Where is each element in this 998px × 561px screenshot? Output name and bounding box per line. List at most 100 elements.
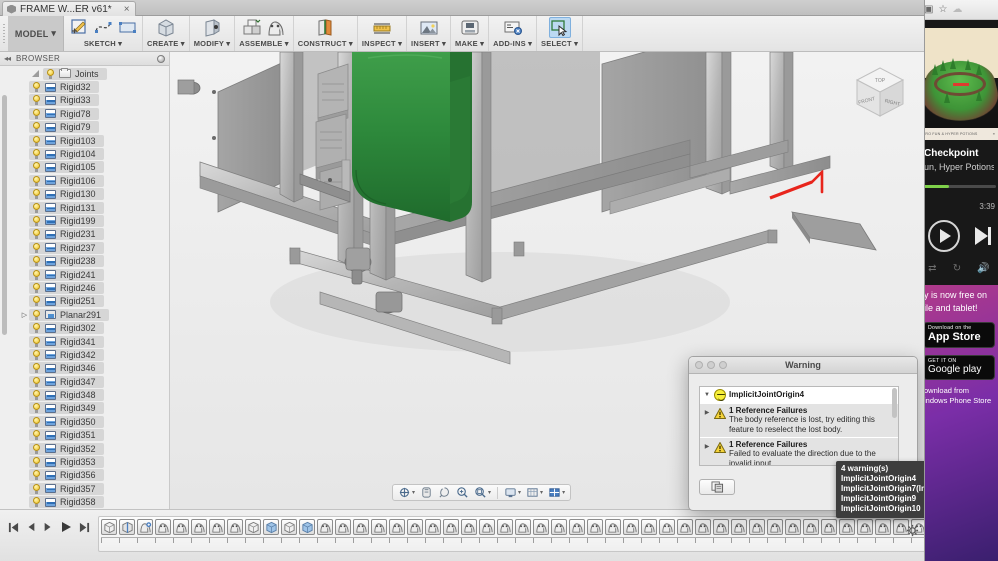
volume-icon[interactable]: 🔊 — [977, 263, 989, 274]
tree-row[interactable]: Rigid347 — [0, 375, 170, 388]
timeline-feature-node[interactable] — [605, 519, 621, 535]
visibility-bulb-icon[interactable] — [32, 497, 41, 508]
zoom-button[interactable] — [436, 486, 453, 499]
joint-node[interactable]: Rigid246 — [29, 281, 104, 294]
timeline-feature-node[interactable] — [677, 519, 693, 535]
bookmark-star-icon[interactable]: ☆ — [938, 4, 947, 15]
app-store-badge[interactable]: Download on the App Store — [923, 322, 995, 348]
joint-node[interactable]: Rigid341 — [29, 335, 104, 348]
visibility-bulb-icon[interactable] — [32, 483, 41, 494]
tree-row[interactable]: Rigid342 — [0, 348, 170, 361]
construct-offset-plane-icon[interactable] — [314, 17, 336, 38]
warning-entry[interactable]: ▶ 1 Reference Failures The body referenc… — [700, 403, 898, 437]
expand-triangle-icon[interactable]: ▶ — [703, 440, 711, 450]
fit-button[interactable]: ▾ — [472, 486, 493, 499]
joint-node[interactable]: Rigid352 — [29, 442, 104, 455]
timeline-feature-node[interactable] — [731, 519, 747, 535]
ribbon-grip[interactable] — [0, 16, 8, 51]
visibility-bulb-icon[interactable] — [32, 95, 41, 106]
go-to-end-button[interactable] — [79, 522, 90, 536]
visibility-bulb-icon[interactable] — [46, 68, 55, 79]
expand-triangle-icon[interactable]: ▶ — [703, 406, 711, 416]
browser-options-icon[interactable] — [157, 54, 165, 63]
timeline-feature-node[interactable] — [551, 519, 567, 535]
ribbon-panel-label-inspect[interactable]: INSPECT ▾ — [362, 39, 402, 48]
create-sketch-icon[interactable] — [68, 17, 90, 38]
extension-icon[interactable]: ▣ — [924, 4, 933, 15]
joint-node[interactable]: Rigid351 — [29, 429, 104, 442]
timeline-feature-node[interactable] — [227, 519, 243, 535]
tree-row[interactable]: Rigid130 — [0, 188, 170, 201]
ribbon-panel-label-insert[interactable]: INSERT ▾ — [411, 39, 446, 48]
timeline-feature-node[interactable] — [209, 519, 225, 535]
progress-track[interactable] — [922, 185, 996, 188]
joint-node[interactable]: Rigid357 — [29, 482, 104, 495]
visibility-bulb-icon[interactable] — [32, 108, 41, 119]
go-to-beginning-button[interactable] — [8, 522, 19, 536]
joint-node[interactable]: Rigid106 — [29, 174, 104, 187]
visibility-bulb-icon[interactable] — [32, 403, 41, 414]
visibility-bulb-icon[interactable] — [32, 470, 41, 481]
ribbon-panel-label-modify[interactable]: MODIFY ▾ — [194, 39, 230, 48]
chevron-down-icon[interactable]: ▾ — [412, 489, 415, 496]
timeline-feature-node[interactable] — [479, 519, 495, 535]
modify-press-pull-icon[interactable] — [201, 17, 223, 38]
joint-node[interactable]: Rigid105 — [29, 161, 104, 174]
visibility-bulb-icon[interactable] — [32, 416, 41, 427]
timeline-feature-node[interactable] — [803, 519, 819, 535]
visibility-bulb-icon[interactable] — [32, 390, 41, 401]
joint-node[interactable]: Rigid356 — [29, 469, 104, 482]
joint-node[interactable]: Rigid131 — [29, 201, 104, 214]
repeat-icon[interactable]: ↻ — [953, 263, 961, 274]
joint-node[interactable]: Rigid241 — [29, 268, 104, 281]
visibility-bulb-icon[interactable] — [32, 336, 41, 347]
timeline-feature-node[interactable] — [389, 519, 405, 535]
tree-row[interactable]: Rigid251 — [0, 295, 170, 308]
tree-row[interactable]: Rigid104 — [0, 147, 170, 161]
timeline-feature-node[interactable] — [371, 519, 387, 535]
tree-row[interactable]: Rigid103 — [0, 134, 170, 147]
zoom-window-button[interactable] — [454, 486, 471, 499]
pan-button[interactable] — [418, 486, 435, 499]
timeline-feature-node[interactable] — [173, 519, 189, 535]
tree-row[interactable]: Rigid231 — [0, 228, 170, 241]
play-button[interactable] — [60, 521, 72, 536]
viewports-button[interactable]: ▾ — [546, 486, 567, 499]
document-tab[interactable]: FRAME W...ER v61* × — [2, 1, 136, 16]
timeline-feature-node[interactable] — [749, 519, 765, 535]
timeline-feature-node[interactable] — [299, 519, 315, 535]
next-track-button[interactable] — [974, 227, 991, 245]
workspace-switcher[interactable]: MODEL ▾ — [8, 16, 64, 51]
visibility-bulb-icon[interactable] — [32, 269, 41, 280]
view-cube[interactable]: TOP FRONT RIGHT — [845, 60, 915, 130]
timeline-feature-node[interactable] — [641, 519, 657, 535]
visibility-bulb-icon[interactable] — [32, 296, 41, 307]
timeline-feature-node[interactable] — [695, 519, 711, 535]
visibility-bulb-icon[interactable] — [32, 256, 41, 267]
tree-row[interactable]: Rigid246 — [0, 281, 170, 294]
tree-row[interactable]: Rigid106 — [0, 174, 170, 187]
tree-row[interactable]: Rigid357 — [0, 482, 170, 495]
joint-node[interactable]: Rigid350 — [29, 415, 104, 428]
tree-row[interactable]: Rigid241 — [0, 268, 170, 281]
warning-list-scrollbar[interactable] — [892, 388, 897, 464]
orbit-button[interactable]: ▾ — [396, 486, 417, 499]
warning-root-row[interactable]: ▼ ImplicitJointOrigin4 — [700, 387, 898, 403]
ribbon-panel-label-assemble[interactable]: ASSEMBLE ▾ — [239, 39, 289, 48]
timeline-feature-node[interactable] — [119, 519, 135, 535]
timeline-feature-node[interactable] — [425, 519, 441, 535]
tree-row[interactable]: Rigid356 — [0, 469, 170, 482]
joint-node[interactable]: Rigid237 — [29, 241, 104, 254]
timeline-feature-node[interactable] — [767, 519, 783, 535]
joint-node[interactable]: Rigid349 — [29, 402, 104, 415]
assemble-new-component-icon[interactable] — [241, 17, 263, 38]
timeline-feature-node[interactable] — [497, 519, 513, 535]
joint-node[interactable]: Rigid353 — [29, 456, 104, 469]
timeline-feature-node[interactable] — [101, 519, 117, 535]
tree-row[interactable]: Rigid348 — [0, 388, 170, 402]
timeline-feature-node[interactable] — [281, 519, 297, 535]
visibility-bulb-icon[interactable] — [32, 242, 41, 253]
timeline-feature-node[interactable] — [857, 519, 873, 535]
joint-node[interactable]: Rigid347 — [29, 375, 104, 388]
play-button[interactable] — [927, 220, 960, 252]
